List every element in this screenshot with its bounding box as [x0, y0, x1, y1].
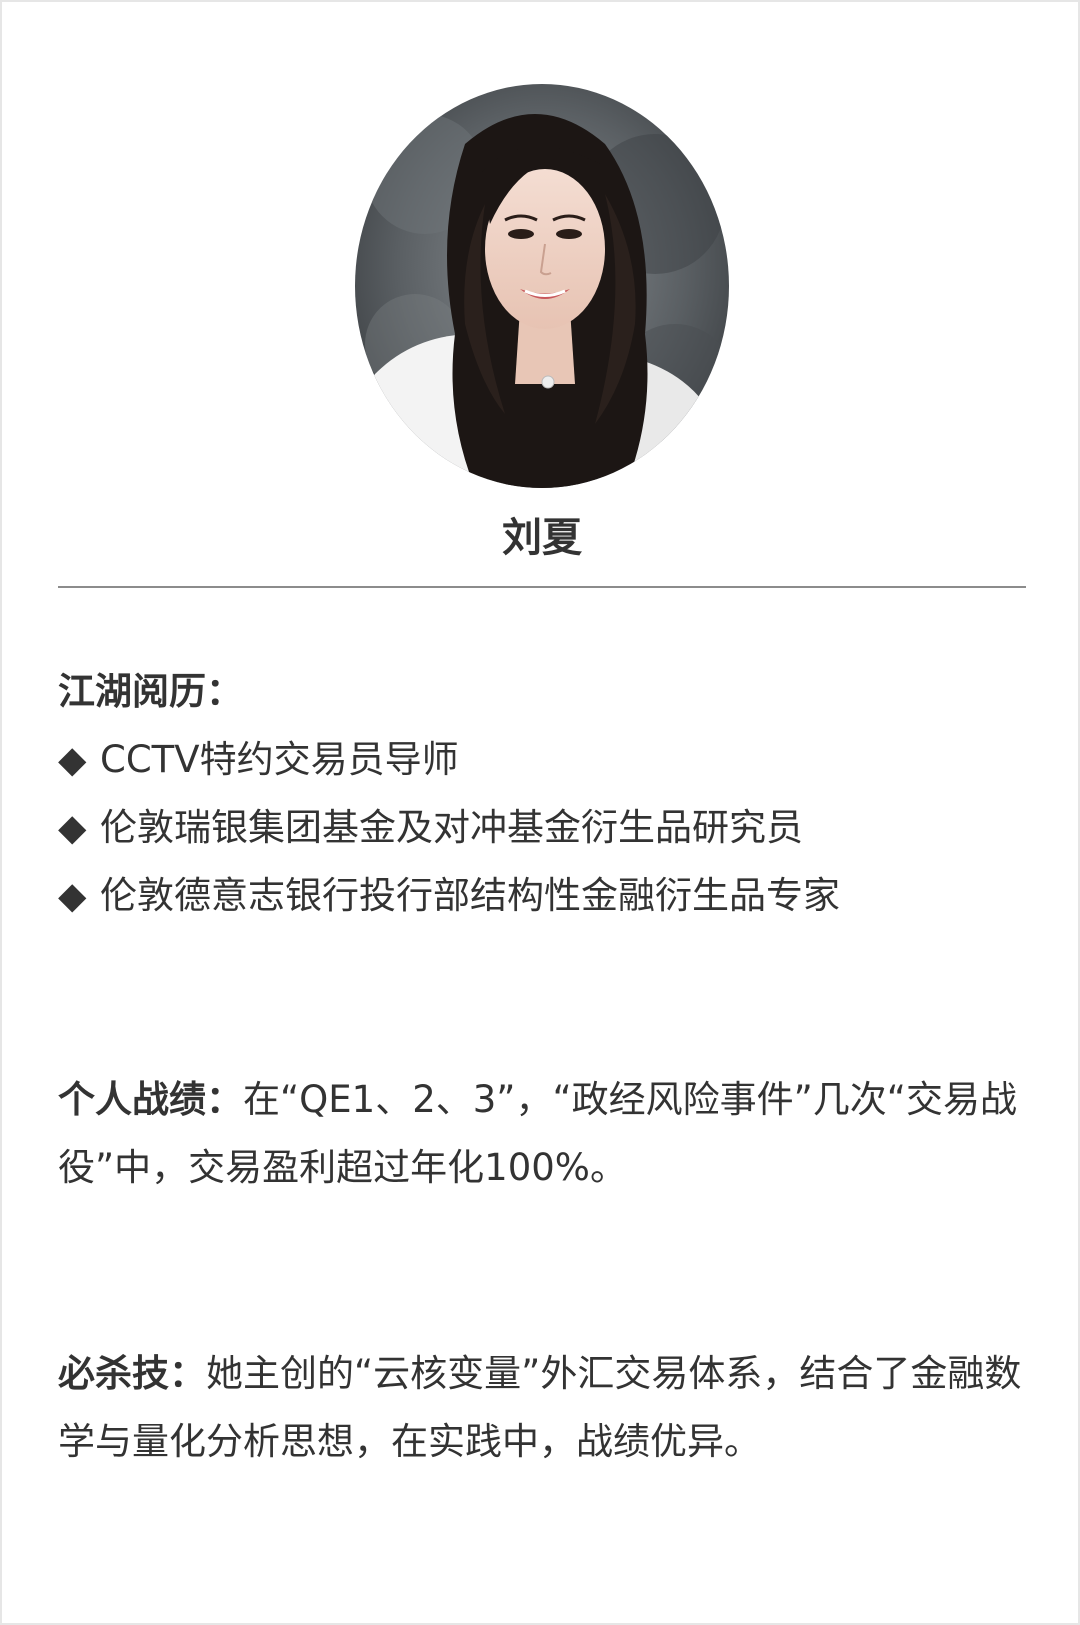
experience-section: 江湖阅历： ◆ CCTV特约交易员导师 ◆ 伦敦瑞银集团基金及对冲基金衍生品研究员 …	[58, 658, 1026, 930]
diamond-bullet-icon: ◆	[58, 874, 87, 917]
skill-paragraph: 必杀技：她主创的“云核变量”外汇交易体系，结合了金融数学与量化分析思想，在实践中…	[58, 1340, 1026, 1476]
experience-label: 江湖阅历：	[58, 670, 243, 713]
record-section: 个人战绩：在“QE1、2、3”，“政经风险事件”几次“交易战役”中，交易盈利超过…	[58, 1066, 1026, 1202]
diamond-bullet-icon: ◆	[58, 806, 87, 849]
experience-item: ◆ 伦敦瑞银集团基金及对冲基金衍生品研究员	[58, 794, 1026, 862]
experience-item: ◆ CCTV特约交易员导师	[58, 726, 1026, 794]
experience-item-text: CCTV特约交易员导师	[100, 738, 459, 781]
skill-section: 必杀技：她主创的“云核变量”外汇交易体系，结合了金融数学与量化分析思想，在实践中…	[58, 1340, 1026, 1476]
profile-name: 刘夏	[502, 515, 582, 561]
divider	[58, 586, 1026, 588]
portrait-photo	[355, 84, 729, 488]
experience-item-text: 伦敦德意志银行投行部结构性金融衍生品专家	[100, 874, 840, 917]
experience-item-text: 伦敦瑞银集团基金及对冲基金衍生品研究员	[100, 806, 803, 849]
avatar	[355, 84, 729, 488]
record-label: 个人战绩：	[58, 1078, 243, 1121]
diamond-bullet-icon: ◆	[58, 738, 87, 781]
profile-card: 刘夏 江湖阅历： ◆ CCTV特约交易员导师 ◆ 伦敦瑞银集团基金及对冲基金衍生品研…	[0, 0, 1080, 1625]
skill-label: 必杀技：	[58, 1352, 206, 1395]
record-paragraph: 个人战绩：在“QE1、2、3”，“政经风险事件”几次“交易战役”中，交易盈利超过…	[58, 1066, 1026, 1202]
experience-item: ◆ 伦敦德意志银行投行部结构性金融衍生品专家	[58, 862, 1026, 930]
